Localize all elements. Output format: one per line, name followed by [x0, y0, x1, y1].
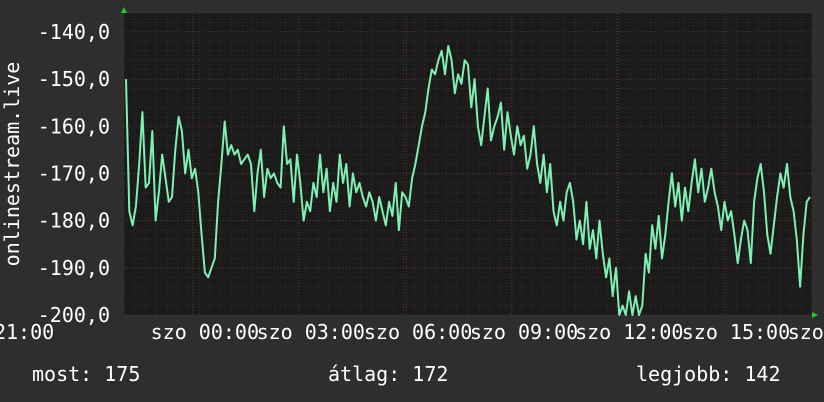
y-tick-label: -140,0 [38, 20, 110, 44]
x-tick-label: szo 06:00 [364, 320, 472, 344]
x-tick-label: szo 21:00 [0, 320, 54, 344]
x-axis: szo 00:00szo 03:00szo 06:00szo 09:00szo … [0, 320, 824, 344]
x-tick-label: szo 09:00 [470, 320, 578, 344]
stat-average: átlag: 172 [328, 362, 448, 386]
y-tick-label: -170,0 [38, 161, 110, 185]
y-tick-label: -150,0 [38, 67, 110, 91]
stat-best: legjobb: 142 [636, 362, 781, 386]
stats-footer: most: 175 átlag: 172 legjobb: 142 [0, 362, 824, 390]
y-axis-label: onlinestream.live [0, 62, 24, 267]
stat-average-value: 172 [412, 362, 449, 386]
stat-average-label: átlag: [328, 362, 401, 386]
stat-best-value: 142 [744, 362, 781, 386]
stat-best-label: legjobb: [636, 362, 733, 386]
y-axis-arrow-icon [121, 7, 127, 13]
y-tick-label: -180,0 [38, 209, 110, 233]
x-tick-label: szo 18:00 [788, 320, 824, 344]
stat-now-value: 175 [104, 362, 141, 386]
x-axis-arrow-icon [812, 312, 818, 318]
y-tick-label: -160,0 [38, 114, 110, 138]
x-tick-label: szo 15:00 [682, 320, 790, 344]
x-tick-label: szo 12:00 [575, 320, 683, 344]
stat-now-label: most: [32, 362, 93, 386]
y-axis: -140,0-150,0-160,0-170,0-180,0-190,0-200… [38, 20, 110, 327]
line-chart: -140,0-150,0-160,0-170,0-180,0-190,0-200… [0, 7, 824, 344]
x-tick-label: szo 00:00 [151, 320, 259, 344]
x-tick-label: szo 03:00 [257, 320, 365, 344]
stat-now: most: 175 [32, 362, 140, 386]
y-tick-label: -190,0 [38, 256, 110, 280]
